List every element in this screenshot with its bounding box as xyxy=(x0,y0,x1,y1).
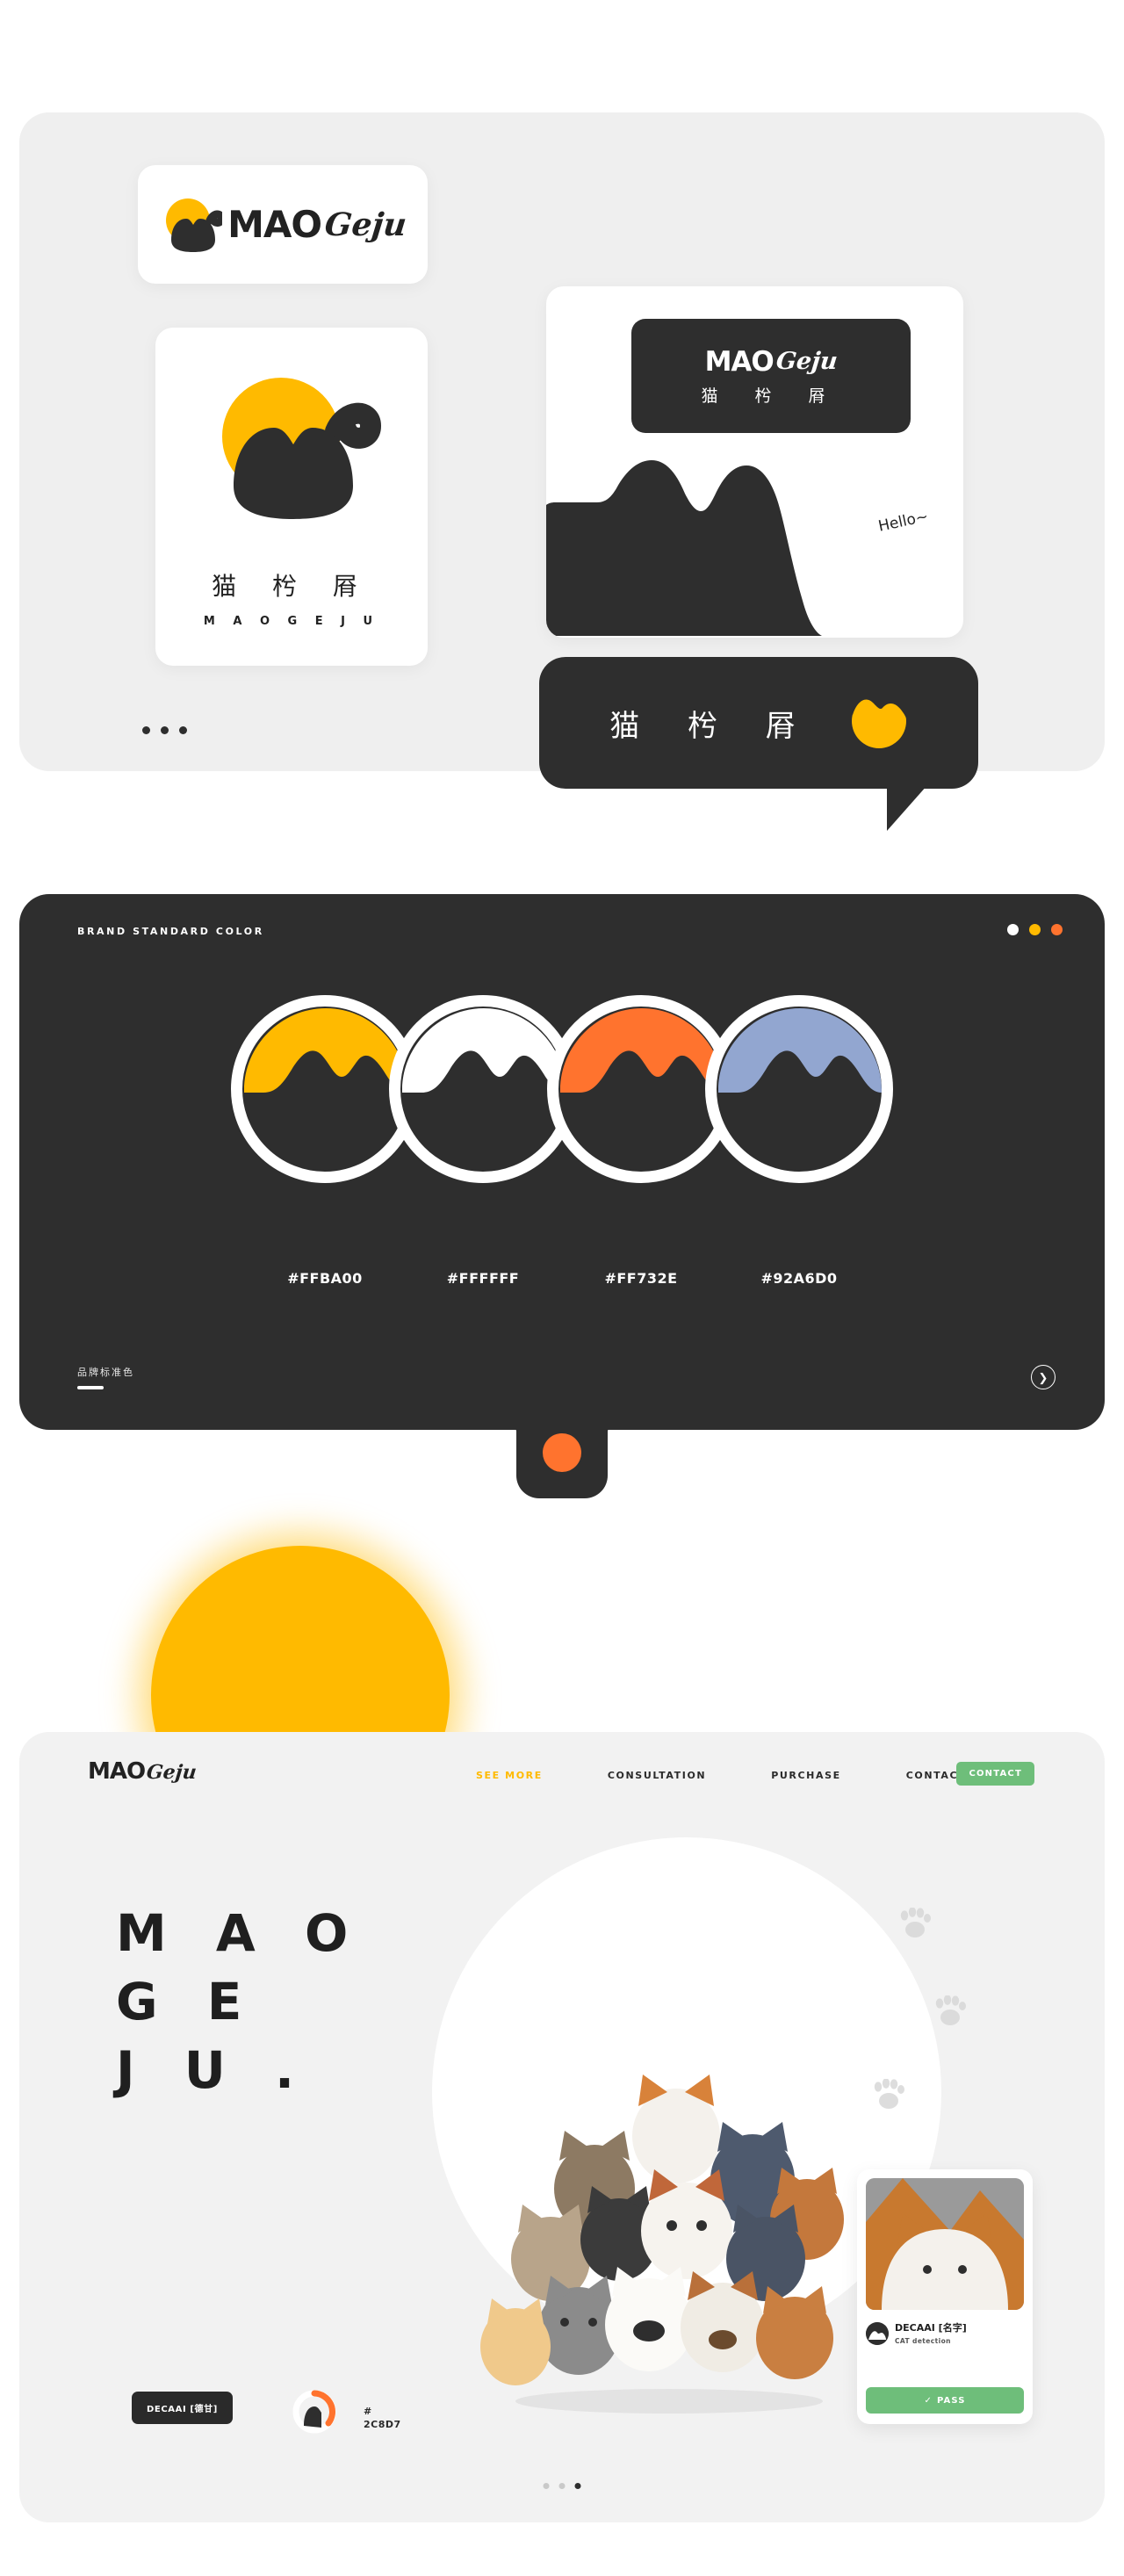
logo-panel-pager-dots[interactable] xyxy=(142,726,187,734)
window-dot-orange[interactable] xyxy=(1051,924,1063,935)
accent-dot xyxy=(543,1433,581,1472)
website-header: MAO Geju SEE MORE CONSULTATION PURCHASE … xyxy=(19,1732,1105,1816)
logo-square-cn-name: 猫 枍 㞕 xyxy=(212,572,371,601)
website-carousel-dots[interactable] xyxy=(543,2483,581,2489)
carousel-dot[interactable] xyxy=(558,2483,566,2489)
logo-horizontal-card[interactable]: MAO Geju xyxy=(138,165,428,284)
brand-color-bottom-tab xyxy=(494,1411,630,1498)
hero-headline: M A O G E J U . xyxy=(116,1899,379,2104)
hex-note-line-1: # xyxy=(364,2406,372,2417)
nav-item-see-more[interactable]: SEE MORE xyxy=(476,1770,543,1781)
color-swatch-row xyxy=(19,995,1105,1183)
hero-headline-line: M A O xyxy=(116,1903,364,1963)
color-hex-row: #FFBA00 #FFFFFF #FF732E #92A6D0 xyxy=(19,1270,1105,1287)
product-title: DECAAI [名字] xyxy=(895,2322,967,2334)
cat-sun-mark-icon xyxy=(159,194,226,256)
brand-color-underline xyxy=(77,1386,104,1389)
logo-square-latin: M A O G E J U xyxy=(203,615,380,628)
wordmark-mao: MAO xyxy=(227,203,322,246)
cat-sun-mark-large-icon xyxy=(195,364,388,527)
product-thumbnail xyxy=(866,2178,1024,2310)
hero-headline-line: G E xyxy=(116,1972,258,2031)
color-swatch-92a6d0[interactable] xyxy=(705,995,893,1183)
product-text-block: DECAAI [名字] CAT detection xyxy=(895,2322,967,2345)
pager-dot[interactable] xyxy=(161,726,169,734)
hex-note: # 2C8D7 xyxy=(364,2405,401,2431)
speech-bubble-tail xyxy=(887,785,927,831)
scene-wordmark-row: MAO Geju xyxy=(704,345,839,378)
website-logo[interactable]: MAO Geju xyxy=(88,1758,198,1785)
product-card[interactable]: DECAAI [名字] CAT detection ✓ PASS xyxy=(857,2169,1033,2424)
pass-button-label: PASS xyxy=(936,2395,966,2406)
scene-cn-name: 猫 枍 㞕 xyxy=(701,386,841,406)
scriptmark-geju: Geju xyxy=(322,206,409,243)
bubble-cn-name: 猫 枍 㞕 xyxy=(609,708,815,744)
check-circle-icon: ✓ xyxy=(924,2395,933,2406)
nav-item-consultation[interactable]: CONSULTATION xyxy=(608,1770,706,1781)
nav-item-purchase[interactable]: PURCHASE xyxy=(771,1770,841,1781)
window-dot-white[interactable] xyxy=(1007,924,1019,935)
logo-scene-card[interactable]: MAO Geju 猫 枍 㞕 Hello~ xyxy=(546,286,963,638)
scene-dark-plate: MAO Geju 猫 枍 㞕 xyxy=(631,319,911,433)
contact-cta-button[interactable]: CONTACT xyxy=(956,1762,1034,1786)
brand-color-title-cn: 品牌标准色 xyxy=(77,1367,134,1378)
carousel-dot[interactable] xyxy=(543,2483,550,2489)
brand-color-panel: BRAND STANDARD COLOR #FFBA00 #FFFFFF #FF… xyxy=(19,894,1105,1430)
website-wordmark-mao: MAO xyxy=(88,1758,146,1785)
carousel-dot-active[interactable] xyxy=(574,2483,581,2489)
window-control-dots[interactable] xyxy=(1007,924,1063,935)
mountain-silhouette-icon xyxy=(546,460,822,636)
website-scriptmark-geju: Geju xyxy=(145,1761,198,1784)
decaai-pill-button[interactable]: DECAAI [德甘] xyxy=(132,2392,233,2424)
progress-ring-mark-icon xyxy=(292,2389,337,2435)
product-brand-mark-icon xyxy=(866,2322,889,2345)
chevron-right-icon[interactable]: ❯ xyxy=(1031,1365,1056,1389)
bubble-sun-mark-icon xyxy=(850,692,908,754)
paw-print-icon xyxy=(897,1907,933,1939)
logo-square-card[interactable]: 猫 枍 㞕 M A O G E J U xyxy=(155,328,428,666)
hero-headline-line: J U . xyxy=(116,2040,311,2100)
cat-pile-illustration xyxy=(480,2075,844,2414)
paw-print-icon xyxy=(933,1995,968,2027)
logo-horizontal-wordmark: MAO Geju xyxy=(227,203,409,246)
website-mockup-panel: MAO Geju SEE MORE CONSULTATION PURCHASE … xyxy=(19,1732,1105,2522)
hex-note-line-2: 2C8D7 xyxy=(364,2419,401,2430)
hex-label: #92A6D0 xyxy=(760,1270,838,1287)
logo-speech-bubble-card[interactable]: 猫 枍 㞕 xyxy=(539,657,978,831)
scene-wordmark-mao: MAO xyxy=(704,345,775,378)
pager-dot[interactable] xyxy=(142,726,150,734)
logo-showcase-panel: MAO Geju 猫 枍 㞕 M A O G E J U MAO Geju 猫 … xyxy=(19,112,1105,831)
pass-button[interactable]: ✓ PASS xyxy=(866,2387,1024,2414)
paw-print-icon xyxy=(871,2078,906,2111)
product-subtitle: CAT detection xyxy=(895,2336,951,2345)
website-nav[interactable]: SEE MORE CONSULTATION PURCHASE CONTACT xyxy=(476,1770,1031,1781)
scene-greeting-note: Hello~ xyxy=(876,508,930,536)
scene-scriptmark-geju: Geju xyxy=(775,348,839,375)
brand-color-title: BRAND STANDARD COLOR xyxy=(77,926,264,937)
product-meta-row: DECAAI [名字] CAT detection xyxy=(866,2322,1024,2345)
window-dot-yellow[interactable] xyxy=(1029,924,1041,935)
pager-dot[interactable] xyxy=(179,726,187,734)
